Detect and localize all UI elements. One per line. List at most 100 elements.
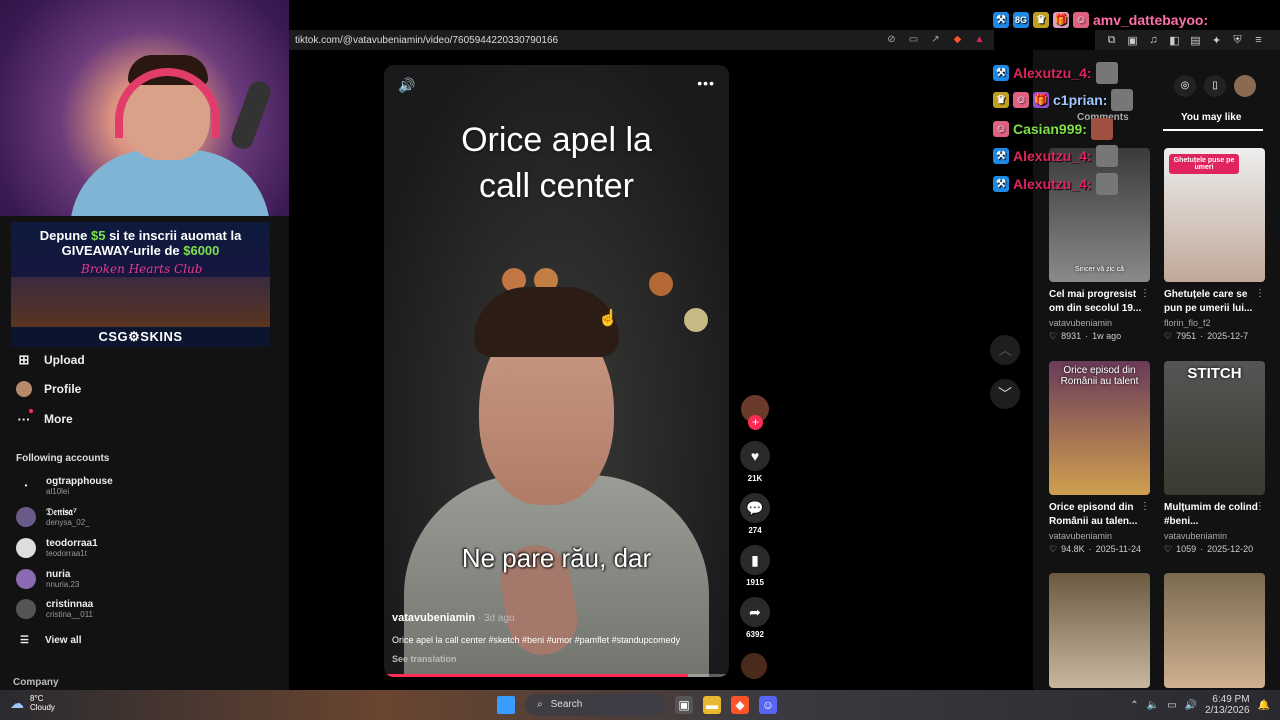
card-more-icon[interactable]: ⋮: [1140, 288, 1150, 299]
chevron-up-icon[interactable]: ︿: [990, 335, 1020, 365]
sidebar-item-upload[interactable]: ⊞ Upload: [16, 352, 85, 368]
extensions-icon[interactable]: ⧉: [1105, 34, 1118, 47]
following-account[interactable]: teodorraa1 teodorraa1t: [16, 538, 98, 558]
video-thumbnail[interactable]: Sincer vă zic că: [1049, 148, 1150, 282]
brave-shield-icon[interactable]: ◆: [951, 33, 964, 46]
task-view-icon[interactable]: ▣: [675, 696, 693, 714]
heart-icon: ♥: [740, 441, 770, 471]
url-text[interactable]: tiktok.com/@vatavubeniamin/video/7605944…: [295, 35, 558, 46]
video-thumbnail[interactable]: Orice episod din Românii au talent: [1049, 361, 1150, 495]
chevron-up-icon[interactable]: ⌃: [1130, 700, 1138, 711]
following-account[interactable]: 𝔇𝔢𝔫𝔦𝔰𝔞⁷ denysa_02_: [16, 507, 90, 527]
separator: ·: [1088, 544, 1092, 554]
card-title[interactable]: Orice episond din Românii au talen...: [1049, 501, 1150, 529]
chat-badge-icon: ☺: [993, 121, 1009, 137]
brave-rewards-icon[interactable]: ▲: [973, 33, 986, 46]
card-meta: ♡ 8931 · 1w ago: [1049, 331, 1150, 342]
share-button[interactable]: ➦ 6392: [738, 597, 772, 639]
wallet-icon[interactable]: ▤: [1189, 34, 1202, 47]
card-author[interactable]: vatavubeniamin: [1049, 531, 1150, 541]
separator: ·: [1200, 331, 1204, 341]
card-more-icon[interactable]: ⋮: [1255, 501, 1265, 512]
volume-icon[interactable]: 🔊: [398, 77, 415, 94]
user-avatar[interactable]: [1234, 75, 1256, 97]
video-thumbnail[interactable]: [1164, 573, 1265, 688]
follow-plus-icon[interactable]: +: [748, 415, 763, 430]
following-account[interactable]: • ogtrapphouse al10lei: [16, 476, 113, 496]
no-camera-icon[interactable]: ⊘: [885, 33, 898, 46]
following-account[interactable]: cristinnaa cristina__011: [16, 599, 93, 619]
active-tab-indicator: [1163, 129, 1263, 131]
card-author[interactable]: vatavubeniamin: [1049, 318, 1150, 328]
taskbar-apps: ⌕ Search ▣ ▬ ◆ ☺: [497, 694, 777, 716]
volume-icon[interactable]: 🔊: [1185, 700, 1197, 711]
recommended-video-card[interactable]: Orice episod din Românii au talent Orice…: [1049, 361, 1150, 555]
gift-icon: 🎁: [1033, 92, 1049, 108]
like-button[interactable]: ♥ 21K: [738, 441, 772, 483]
chat-badge-icon: ☺: [1013, 92, 1029, 108]
music-disc-icon[interactable]: [741, 653, 767, 679]
speaker-icon[interactable]: 🔈: [1147, 700, 1159, 711]
left-sidebar: Depune $5 si te inscrii auomat la GIVEAW…: [0, 216, 289, 690]
recommended-video-card[interactable]: [1049, 573, 1150, 688]
share-icon[interactable]: ↗: [929, 33, 942, 46]
video-author[interactable]: vatavubeniamin · 3d ago: [392, 612, 515, 624]
card-title[interactable]: Mulțumim de colind #beni...: [1164, 501, 1265, 529]
sidebar-item-profile[interactable]: Profile: [16, 381, 81, 397]
see-translation-link[interactable]: See translation: [392, 654, 457, 664]
video-progress-bar[interactable]: [384, 674, 729, 677]
sidebar-item-more[interactable]: ··· More: [16, 409, 73, 427]
card-title[interactable]: Ghetuțele care se pun pe umerii lui...: [1164, 288, 1265, 316]
card-meta: ♡ 1059 · 2025-12-20: [1164, 544, 1265, 555]
recommended-video-card[interactable]: STITCH Mulțumim de colind #beni... ⋮ vat…: [1164, 361, 1265, 555]
sidebar-icon[interactable]: ◧: [1168, 34, 1181, 47]
system-clock[interactable]: 6:49 PM 2/13/2026: [1205, 694, 1250, 716]
brave-browser-icon[interactable]: ◆: [731, 696, 749, 714]
card-more-icon[interactable]: ⋮: [1255, 288, 1265, 299]
chat-badge-icon: ⚒: [993, 176, 1009, 192]
video-player[interactable]: Orice apel la call center Ne pare rău, d…: [384, 65, 729, 677]
comment-button[interactable]: 💬 274: [738, 493, 772, 535]
discord-icon[interactable]: ☺: [759, 696, 777, 714]
network-icon[interactable]: ▭: [1167, 700, 1176, 711]
video-thumbnail[interactable]: STITCH: [1164, 361, 1265, 495]
recommended-video-card[interactable]: [1164, 573, 1265, 688]
vpn-icon[interactable]: ⛨: [1231, 34, 1244, 47]
video-thumbnail[interactable]: Ghetuțele puse pe umeri: [1164, 148, 1265, 282]
card-author[interactable]: florin_flo_f2: [1164, 318, 1265, 328]
windows-start-icon[interactable]: [497, 696, 515, 714]
notification-bell-icon[interactable]: 🔔: [1258, 700, 1270, 711]
chat-emote-icon: [1095, 173, 1118, 195]
cast-icon[interactable]: ▭: [907, 33, 920, 46]
card-author[interactable]: vatavubeniamin: [1164, 531, 1265, 541]
author-name[interactable]: vatavubeniamin: [392, 612, 475, 624]
card-more-icon[interactable]: ⋮: [1140, 501, 1150, 512]
video-thumbnail[interactable]: [1049, 573, 1150, 688]
address-bar[interactable]: tiktok.com/@vatavubeniamin/video/7605944…: [289, 30, 994, 50]
chat-emote-icon: [1111, 89, 1134, 111]
ai-icon[interactable]: ✦: [1210, 34, 1223, 47]
thumbnail-text: Sincer vă zic că: [1074, 266, 1125, 273]
ad-banner[interactable]: Depune $5 si te inscrii auomat la GIVEAW…: [11, 222, 270, 347]
phone-icon[interactable]: ▯: [1204, 75, 1226, 97]
chevron-down-icon[interactable]: ﹀: [990, 379, 1020, 409]
view-all-link[interactable]: ☰ View all: [20, 635, 81, 646]
card-title[interactable]: Cel mai progresist om din secolul 19...: [1049, 288, 1150, 316]
weather-widget[interactable]: ☁ 8°C Cloudy: [10, 694, 55, 712]
music-icon[interactable]: ♫: [1147, 34, 1160, 46]
heart-outline-icon: ♡: [1164, 331, 1173, 341]
share-count: 6392: [746, 630, 764, 639]
file-explorer-icon[interactable]: ▬: [703, 696, 721, 714]
save-button[interactable]: ▮ 1915: [738, 545, 772, 587]
browser-toolbar: ⧉ ▣ ♫ ◧ ▤ ✦ ⛨ ≡: [1095, 30, 1280, 50]
tab-you-may-like[interactable]: You may like: [1181, 112, 1241, 123]
screenshot-icon[interactable]: ▣: [1126, 34, 1139, 47]
system-tray: ⌃ 🔈 ▭ 🔊 6:49 PM 2/13/2026 🔔: [1130, 694, 1270, 716]
taskbar-search[interactable]: ⌕ Search: [525, 694, 665, 716]
more-options-icon[interactable]: •••: [697, 75, 715, 91]
following-account[interactable]: nuria nnuria.23: [16, 569, 79, 589]
menu-icon[interactable]: ≡: [1252, 34, 1265, 46]
ad-club-name: Broken Hearts Club: [81, 262, 203, 276]
recommended-video-card[interactable]: Ghetuțele puse pe umeri Ghetuțele care s…: [1164, 148, 1265, 342]
compass-icon[interactable]: ◎: [1174, 75, 1196, 97]
